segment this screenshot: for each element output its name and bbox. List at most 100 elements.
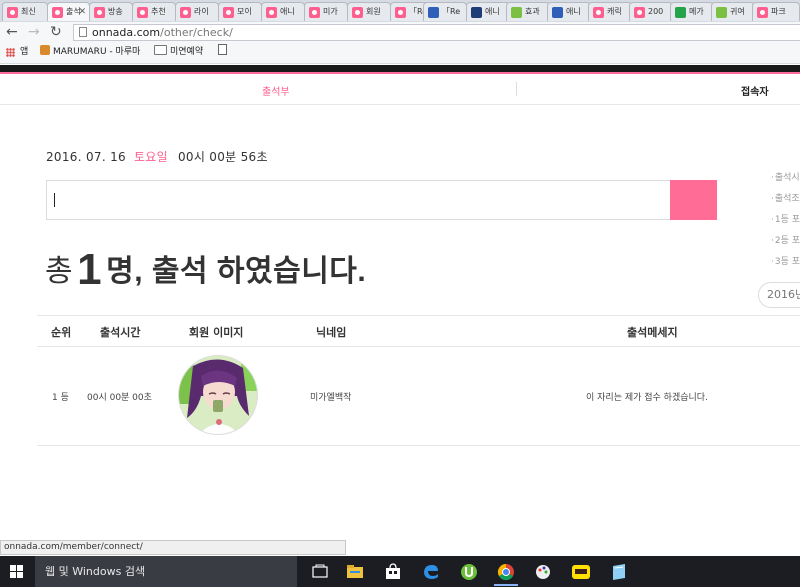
- site-topbar: [0, 65, 800, 74]
- tab-favicon-icon: [137, 7, 148, 18]
- tab-favicon-icon: [757, 7, 768, 18]
- browser-tab[interactable]: 파크: [752, 2, 800, 21]
- text-caret: [54, 193, 55, 207]
- nav-attendance-tab[interactable]: 출석부: [262, 83, 290, 98]
- browser-tab[interactable]: 방송: [89, 2, 133, 21]
- row-time: 00시 00분 00초: [87, 393, 152, 403]
- forward-arrow-icon[interactable]: →: [28, 24, 40, 40]
- headline-count: 1: [77, 245, 103, 294]
- nav-connected-tab[interactable]: 접속자: [741, 83, 769, 98]
- side-link[interactable]: ·1등 포: [771, 212, 800, 233]
- edge-icon[interactable]: [421, 562, 441, 582]
- browser-tab[interactable]: 모이: [218, 2, 262, 21]
- browser-tab-strip: 최신 출석 ✕ 방송 추천 라이 모이 애니 미가 회원 「Re 「Re 애니 효…: [0, 0, 800, 23]
- attendance-headline: 총1 명, 출석 하였습니다.: [45, 245, 366, 295]
- chrome-icon[interactable]: [496, 562, 516, 582]
- task-view-icon[interactable]: [310, 562, 330, 582]
- table-header-border: [37, 346, 800, 347]
- browser-tab[interactable]: 효과: [506, 2, 550, 21]
- header-image: 회원 이미지: [189, 326, 244, 339]
- status-url-tooltip: onnada.com/member/connect/: [0, 540, 346, 555]
- tab-favicon-icon: [593, 7, 604, 18]
- tab-favicon-icon: [223, 7, 234, 18]
- tab-favicon-icon: [352, 7, 363, 18]
- bookmark-apps[interactable]: 앱: [20, 43, 28, 62]
- browser-tab[interactable]: 애니: [466, 2, 510, 21]
- apps-grid-icon: [6, 48, 15, 57]
- paint-app-icon[interactable]: [533, 562, 553, 582]
- notes-app-icon[interactable]: [609, 562, 629, 582]
- browser-tab[interactable]: 귀여: [711, 2, 755, 21]
- day-of-week: 토요일: [133, 150, 168, 164]
- browser-tab[interactable]: 메가: [670, 2, 714, 21]
- back-arrow-icon[interactable]: ←: [6, 24, 18, 40]
- side-link[interactable]: ·3등 포: [771, 254, 800, 275]
- tab-favicon-icon: [94, 7, 105, 18]
- browser-tab-active[interactable]: 출석 ✕: [47, 2, 90, 21]
- browser-tab[interactable]: 미가: [304, 2, 348, 21]
- browser-tab[interactable]: 애니: [547, 2, 591, 21]
- side-link[interactable]: ·출석시: [771, 170, 800, 191]
- headline-prefix: 총: [45, 255, 74, 288]
- current-date: 2016. 07. 16: [46, 150, 126, 164]
- tab-close-icon[interactable]: ✕: [78, 3, 86, 21]
- bookmark-folder[interactable]: 미연예약: [154, 43, 203, 62]
- row-message: 이 자리는 제가 접수 하겠습니다.: [586, 393, 708, 403]
- tab-favicon-icon: [180, 7, 191, 18]
- header-rank: 순위: [51, 326, 72, 339]
- taskbar-search-box[interactable]: 웹 및 Windows 검색: [35, 556, 297, 587]
- row-rank: 1 등: [52, 393, 69, 403]
- attendance-message-input[interactable]: [46, 180, 671, 220]
- browser-tab[interactable]: 200: [629, 2, 673, 21]
- table-bottom-border: [37, 445, 800, 446]
- browser-tab[interactable]: 최신: [2, 2, 48, 21]
- kakaotalk-icon[interactable]: [571, 562, 591, 582]
- browser-tab[interactable]: 애니: [261, 2, 305, 21]
- header-nickname: 닉네임: [316, 326, 347, 339]
- side-link[interactable]: ·출석조: [771, 191, 800, 212]
- tab-favicon-icon: [52, 7, 63, 18]
- browser-tab[interactable]: 라이: [175, 2, 219, 21]
- chat-favicon-icon: [511, 7, 522, 18]
- header-time: 출석시간: [100, 326, 141, 339]
- member-avatar[interactable]: [178, 355, 258, 435]
- store-icon[interactable]: [383, 562, 403, 582]
- tab-favicon-icon: [634, 7, 645, 18]
- page-icon: [79, 27, 87, 37]
- header-message: 출석메세지: [627, 326, 678, 339]
- year-selector[interactable]: 2016년: [758, 282, 800, 308]
- cube-favicon-icon: [552, 7, 563, 18]
- browser-tab[interactable]: 회원: [347, 2, 391, 21]
- attendance-submit-button[interactable]: [670, 180, 717, 220]
- browser-tab[interactable]: 추천: [132, 2, 176, 21]
- bookmark-page[interactable]: [218, 43, 227, 62]
- browser-tab[interactable]: 「Re: [423, 2, 467, 21]
- current-time: 00시 00분 56초: [177, 150, 268, 164]
- nav-divider: [516, 82, 517, 96]
- utorrent-icon[interactable]: [459, 562, 479, 582]
- chat-favicon-icon: [716, 7, 727, 18]
- url-field[interactable]: onnada.com/other/check/: [73, 24, 800, 41]
- side-link[interactable]: ·2등 포: [771, 233, 800, 254]
- document-icon: [218, 44, 227, 55]
- folder-icon: [154, 45, 167, 55]
- browser-tab[interactable]: 캐릭: [588, 2, 632, 21]
- n-favicon-icon: [471, 7, 482, 18]
- windows-start-icon[interactable]: [10, 565, 24, 579]
- site-nav: 출석부 접속자: [0, 74, 800, 105]
- windows-taskbar: 웹 및 Windows 검색: [0, 556, 800, 587]
- reload-icon[interactable]: ↻: [50, 24, 62, 40]
- bookmarks-bar: 앱 MARUMARU - 마루마 미연예약: [0, 43, 800, 64]
- row-nickname[interactable]: 미가엘백작: [310, 390, 351, 403]
- date-line: 2016. 07. 16 토요일 00시 00분 56초: [46, 148, 268, 165]
- cube-favicon-icon: [428, 7, 439, 18]
- tab-favicon-icon: [395, 7, 406, 18]
- tab-favicon-icon: [309, 7, 320, 18]
- n-favicon-icon: [675, 7, 686, 18]
- file-explorer-icon[interactable]: [345, 562, 365, 582]
- url-path: /other/check/: [160, 26, 233, 39]
- bookmark-marumaru[interactable]: MARUMARU - 마루마: [40, 43, 140, 62]
- address-bar: ← → ↻ onnada.com/other/check/: [0, 22, 800, 43]
- tab-favicon-icon: [266, 7, 277, 18]
- avatar-illustration: [179, 356, 257, 434]
